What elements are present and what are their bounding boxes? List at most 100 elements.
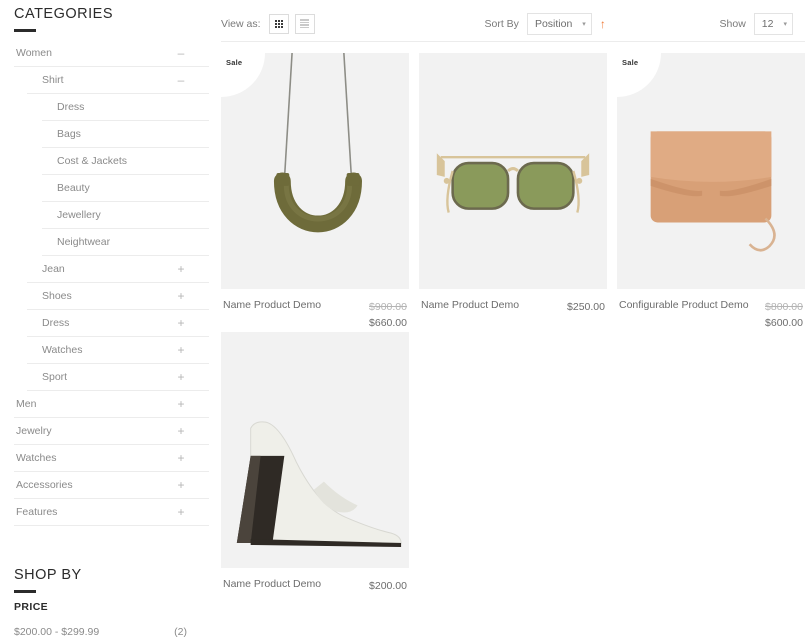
show-value: 12 [761,17,774,30]
shop-by-section: SHOP BY PRICE $200.00 - $299.99 (2) [14,561,209,641]
product-price-group: $900.00 $660.00 [369,299,407,332]
sidebar-item-label: Dress [42,317,70,329]
sidebar-item-label: Shoes [42,290,72,302]
sidebar-item-jean[interactable]: Jean + [27,256,209,283]
price-filter-list: $200.00 - $299.99 (2) [14,622,209,641]
product-name[interactable]: Configurable Product Demo [619,299,749,311]
sidebar: CATEGORIES Women – Shirt – Dress Bags Cost & J… [0,0,209,641]
chevron-down-icon: ▾ [582,20,586,28]
sidebar-item-label: Women [16,47,52,59]
expand-icon[interactable]: + [175,391,187,417]
show-per-page-group: Show 12 ▾ [720,12,805,35]
sort-by-value: Position [534,17,573,30]
sidebar-item-neightwear[interactable]: Neightwear [42,229,209,256]
product-card[interactable]: Sale Name Product Demo $900.00 $660.00 [221,53,409,332]
sidebar-item-cost-jackets[interactable]: Cost & Jackets [42,148,209,175]
sidebar-item-label: Accessories [16,479,73,491]
list-glyph [300,19,309,28]
sidebar-item-label: Jewellery [57,209,101,221]
product-card[interactable]: Name Product Demo $200.00 [221,331,409,594]
sidebar-item-jewelry[interactable]: Jewelry + [14,418,209,445]
product-image[interactable] [419,53,607,289]
product-old-price: $900.00 [369,301,407,313]
grid-view-icon[interactable] [268,13,289,34]
product-old-price: $800.00 [765,301,803,313]
product-card[interactable]: Sale Configurable Product Demo $800.00 $600… [617,53,805,332]
product-info: Name Product Demo $900.00 $660.00 [221,289,409,332]
product-price: $200.00 [369,579,407,592]
product-listing-page: CATEGORIES Women – Shirt – Dress Bags Cost & J… [0,0,811,641]
sidebar-item-dress[interactable]: Dress + [27,310,209,337]
expand-icon[interactable]: + [175,337,187,363]
sidebar-item-sport[interactable]: Sport + [27,364,209,391]
view-mode-buttons [268,13,315,34]
show-per-page-select[interactable]: 12 ▾ [753,12,793,35]
product-info: Name Product Demo $200.00 [221,568,409,594]
sidebar-item-label: Features [16,506,58,518]
sidebar-item-jewellery[interactable]: Jewellery [42,202,209,229]
sidebar-item-label: Watches [42,344,83,356]
product-name[interactable]: Name Product Demo [421,299,519,311]
expand-icon[interactable]: + [175,256,187,282]
sidebar-item-label: Dress [57,101,85,113]
sale-badge-label: Sale [622,58,639,67]
product-info: Name Product Demo $250.00 [419,289,607,315]
sidebar-item-label: Bags [57,128,81,140]
sidebar-item-label: Watches [16,452,57,464]
category-list: Women – Shirt – Dress Bags Cost & Jackets Beaut… [14,40,209,526]
sidebar-item-men[interactable]: Men + [14,391,209,418]
sort-by-select[interactable]: Position ▾ [526,12,592,35]
sidebar-item-label: Sport [42,371,68,383]
sidebar-item-watches[interactable]: Watches + [14,445,209,472]
product-card[interactable]: Name Product Demo $250.00 [419,53,607,332]
product-image[interactable]: Sale [617,53,805,289]
chevron-down-icon: ▾ [783,20,787,28]
price-filter-title: PRICE [14,601,49,613]
sidebar-item-shirt[interactable]: Shirt – [27,67,209,94]
sidebar-item-dress[interactable]: Dress [42,94,209,121]
expand-icon[interactable]: + [175,310,187,336]
product-price-group: $800.00 $600.00 [765,299,803,332]
shop-by-heading: SHOP BY [14,567,82,583]
sidebar-item-beauty[interactable]: Beauty [42,175,209,202]
categories-heading-rule [14,29,36,32]
product-price-group: $200.00 [369,578,407,594]
product-image[interactable]: Sale [221,53,409,289]
list-view-icon[interactable] [294,13,315,34]
expand-icon[interactable]: + [175,499,187,525]
product-special-price: $600.00 [765,317,803,330]
sidebar-item-label: Jean [42,263,65,275]
collapse-icon[interactable]: – [175,40,187,66]
sidebar-item-label: Men [16,398,37,410]
product-image[interactable] [221,331,409,568]
sidebar-item-accessories[interactable]: Accessories + [14,472,209,499]
expand-icon[interactable]: + [175,418,187,444]
product-name[interactable]: Name Product Demo [223,578,321,590]
grid-glyph [274,19,283,28]
expand-icon[interactable]: + [175,445,187,471]
sidebar-item-label: Jewelry [16,425,52,437]
price-filter-option[interactable]: $200.00 - $299.99 (2) [14,622,209,641]
collapse-icon[interactable]: – [175,67,187,93]
product-grid: Sale Name Product Demo $900.00 $660.00 Name … [221,42,805,594]
product-toolbar: View as: Sort By Position ▾ ↑ Show 12 ▾ [221,12,805,42]
product-price: $250.00 [567,301,605,313]
sidebar-item-label: Shirt [42,74,64,86]
product-special-price: $660.00 [369,317,407,330]
expand-icon[interactable]: + [175,283,187,309]
expand-icon[interactable]: + [175,364,187,390]
sort-by-label: Sort By [484,17,519,30]
sidebar-item-shoes[interactable]: Shoes + [27,283,209,310]
sidebar-item-features[interactable]: Features + [14,499,209,526]
sale-badge-label: Sale [226,58,243,67]
categories-heading: CATEGORIES [14,6,113,22]
product-name[interactable]: Name Product Demo [223,299,321,311]
sidebar-item-watches[interactable]: Watches + [27,337,209,364]
sidebar-item-label: Beauty [57,182,90,194]
expand-icon[interactable]: + [175,472,187,498]
sidebar-item-women[interactable]: Women – [14,40,209,67]
sort-direction-icon[interactable]: ↑ [600,18,606,30]
price-filter-count: (2) [174,626,187,638]
sidebar-item-bags[interactable]: Bags [42,121,209,148]
view-as-label: View as: [221,17,261,30]
